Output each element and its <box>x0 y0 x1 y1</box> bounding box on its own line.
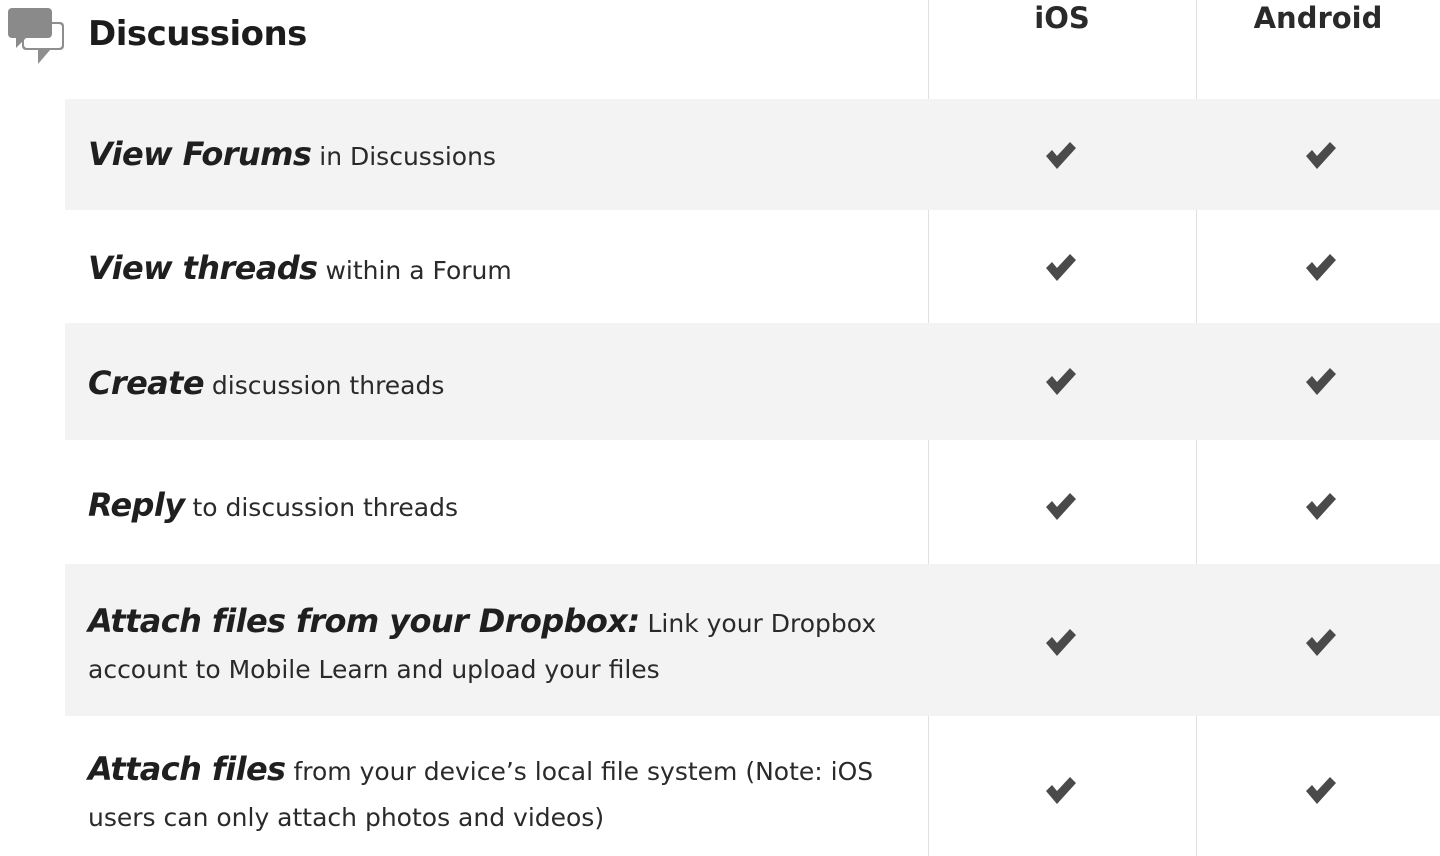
android-check-icon <box>1306 368 1336 395</box>
feature-row-attach-local: Attach files from your device’s local fi… <box>65 716 1440 856</box>
feature-detail: to discussion threads <box>184 493 458 522</box>
ios-check-icon <box>1046 777 1076 804</box>
feature-description: Attach files from your device’s local fi… <box>88 746 933 841</box>
ios-check-icon <box>1046 368 1076 395</box>
feature-row-create: Create discussion threads <box>65 323 1440 440</box>
feature-detail: within a Forum <box>317 256 512 285</box>
ios-check-icon <box>1046 142 1076 169</box>
feature-row-reply: Reply to discussion threads <box>65 440 1440 564</box>
feature-description: Create discussion threads <box>88 360 933 409</box>
ios-check-icon <box>1046 629 1076 656</box>
android-check-icon <box>1306 629 1336 656</box>
feature-emphasis: Attach files <box>88 750 286 788</box>
feature-emphasis: View Forums <box>88 135 312 173</box>
chat-bubbles-icon <box>8 8 64 64</box>
android-check-icon <box>1306 777 1336 804</box>
section-title: Discussions <box>88 14 307 54</box>
discussions-feature-table: Discussions iOS Android View Forums in D… <box>0 0 1440 856</box>
feature-detail: in Discussions <box>311 142 496 171</box>
android-check-icon <box>1306 493 1336 520</box>
feature-detail: discussion threads <box>203 371 445 400</box>
feature-emphasis: Attach files from your Dropbox: <box>88 602 640 640</box>
android-check-icon <box>1306 254 1336 281</box>
feature-row-attach-dropbox: Attach files from your Dropbox: Link you… <box>65 564 1440 716</box>
feature-row-view-threads: View threads within a Forum <box>65 210 1440 323</box>
ios-check-icon <box>1046 493 1076 520</box>
feature-emphasis: Reply <box>88 486 185 524</box>
feature-row-view-forums: View Forums in Discussions <box>65 99 1440 210</box>
ios-check-icon <box>1046 254 1076 281</box>
feature-emphasis: View threads <box>88 249 318 287</box>
ios-column-header: iOS <box>1034 1 1090 35</box>
feature-description: View Forums in Discussions <box>88 131 933 180</box>
feature-emphasis: Create <box>88 364 205 402</box>
feature-description: View threads within a Forum <box>88 245 933 294</box>
android-check-icon <box>1306 142 1336 169</box>
feature-description: Reply to discussion threads <box>88 482 933 531</box>
android-column-header: Android <box>1253 1 1383 35</box>
feature-description: Attach files from your Dropbox: Link you… <box>88 598 933 693</box>
